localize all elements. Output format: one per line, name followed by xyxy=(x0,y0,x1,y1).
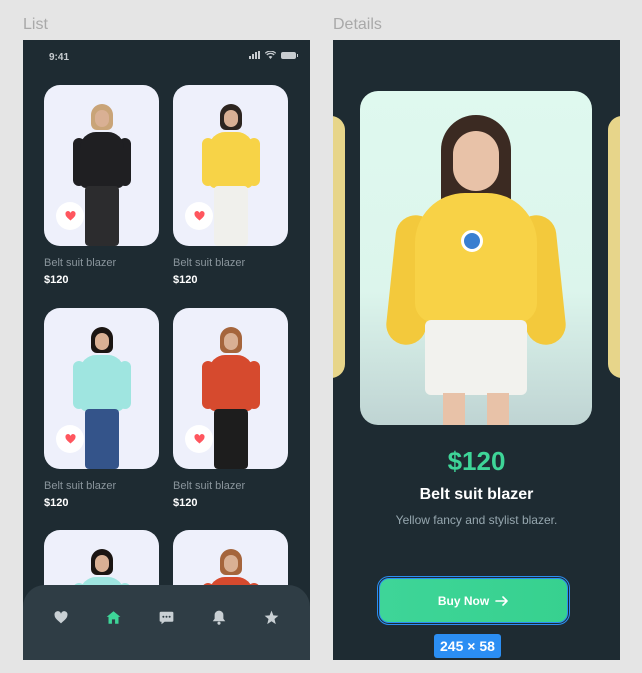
product-thumbnail xyxy=(173,85,288,246)
favorite-button[interactable] xyxy=(56,425,84,453)
star-icon xyxy=(264,610,279,625)
model-figure xyxy=(381,115,571,425)
tab-messages[interactable] xyxy=(152,604,180,632)
heart-icon xyxy=(193,211,205,221)
product-thumbnail xyxy=(173,308,288,469)
product-name: Belt suit blazer xyxy=(419,486,534,503)
home-icon xyxy=(107,611,121,624)
list-frame-title: List xyxy=(23,16,48,33)
favorite-button[interactable] xyxy=(185,425,213,453)
heart-icon xyxy=(64,434,76,444)
product-card[interactable]: Belt suit blazer $120 xyxy=(173,308,288,509)
tab-favorites[interactable] xyxy=(47,604,75,632)
product-thumbnail xyxy=(44,85,159,246)
product-card-price: $120 xyxy=(44,274,69,286)
list-screen: 9:41 Belt suit blazer $120 Belt suit blaze… xyxy=(23,40,310,660)
tab-notifications[interactable] xyxy=(205,604,233,632)
wifi-icon xyxy=(265,51,276,59)
product-image xyxy=(360,91,592,425)
product-card-price: $120 xyxy=(173,497,198,509)
buy-now-button[interactable]: Buy Now xyxy=(377,576,570,625)
product-description: Yellow fancy and stylist blazer. xyxy=(395,513,558,527)
status-time: 9:41 xyxy=(49,52,70,63)
buy-now-label: Buy Now xyxy=(437,593,490,608)
product-card[interactable]: Belt suit blazer $120 xyxy=(44,85,159,286)
product-card[interactable]: Belt suit blazer $120 xyxy=(44,308,159,509)
product-card-name: Belt suit blazer xyxy=(173,257,246,269)
favorite-button[interactable] xyxy=(56,202,84,230)
heart-icon xyxy=(64,211,76,221)
battery-icon xyxy=(281,51,298,59)
product-card-price: $120 xyxy=(44,497,69,509)
print-logo-icon xyxy=(461,230,483,252)
product-thumbnail xyxy=(44,308,159,469)
tab-starred[interactable] xyxy=(258,604,286,632)
next-product-card[interactable] xyxy=(608,116,620,378)
product-card-name: Belt suit blazer xyxy=(173,480,246,492)
product-card[interactable]: Belt suit blazer $120 xyxy=(173,85,288,286)
status-icons xyxy=(249,51,298,59)
heart-icon xyxy=(54,611,68,624)
details-frame-title: Details xyxy=(333,16,382,33)
chat-icon xyxy=(159,611,174,624)
prev-product-card[interactable] xyxy=(333,116,345,378)
product-price: $120 xyxy=(447,446,506,476)
product-card-price: $120 xyxy=(173,274,198,286)
bottom-tab-bar xyxy=(23,585,310,660)
arrow-right-icon xyxy=(495,595,508,606)
product-card-name: Belt suit blazer xyxy=(44,257,117,269)
tab-home[interactable] xyxy=(100,604,128,632)
dimension-tag: 245 × 58 xyxy=(434,634,501,658)
favorite-button[interactable] xyxy=(185,202,213,230)
signal-icon xyxy=(249,51,260,59)
bell-icon xyxy=(212,610,226,625)
details-screen: $120 Belt suit blazer Yellow fancy and s… xyxy=(333,40,620,660)
product-card-name: Belt suit blazer xyxy=(44,480,117,492)
heart-icon xyxy=(193,434,205,444)
